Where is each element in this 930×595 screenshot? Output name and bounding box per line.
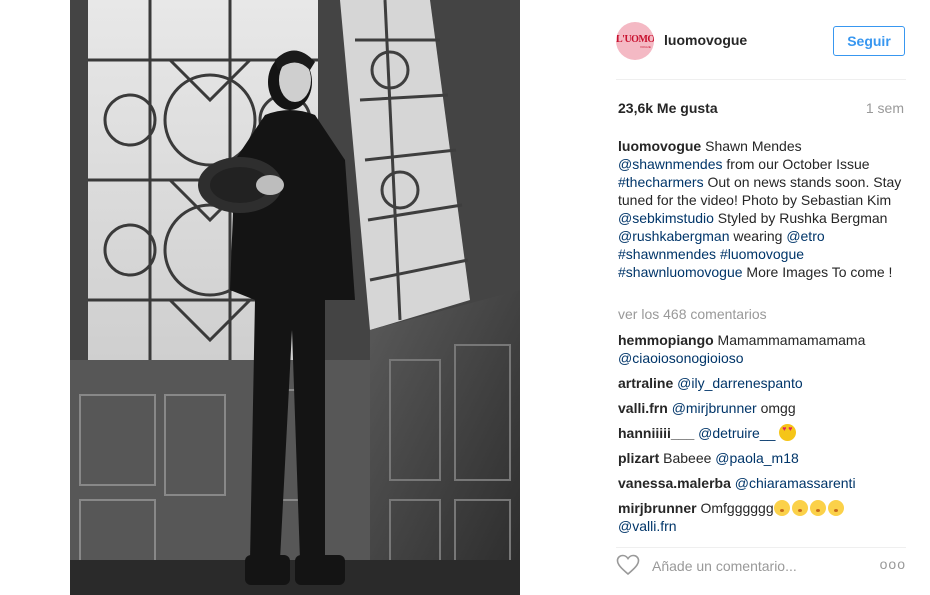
username-link[interactable]: luomovogue bbox=[664, 32, 747, 48]
caption-hashtag[interactable]: #luomovogue bbox=[720, 246, 804, 262]
header-divider bbox=[616, 79, 906, 80]
comment-item: artraline @ily_darrenespanto bbox=[618, 374, 910, 392]
caption-text: from our October Issue bbox=[722, 156, 870, 172]
caption-hashtag[interactable]: #shawnmendes bbox=[618, 246, 716, 262]
caption-text: Styled by Rushka Bergman bbox=[713, 210, 888, 226]
caption-text: Shawn Mendes bbox=[701, 138, 802, 154]
comment-author[interactable]: valli.frn bbox=[618, 400, 668, 416]
caption-mention[interactable]: @shawnmendes bbox=[618, 156, 723, 172]
add-comment-input[interactable] bbox=[652, 554, 862, 578]
comment-author[interactable]: hanniiiii___ bbox=[618, 425, 694, 441]
comment-mention[interactable]: @detruire__ bbox=[698, 425, 775, 441]
comment-text: Babeee bbox=[659, 450, 716, 466]
post-caption: luomovogue Shawn Mendes @shawnmendes fro… bbox=[618, 137, 910, 281]
kissing-face-emoji-icon bbox=[791, 500, 808, 516]
comment-mention[interactable]: @ciaoiosonogioioso bbox=[618, 350, 744, 366]
comment-author[interactable]: artraline bbox=[618, 375, 673, 391]
comment-text: omgg bbox=[756, 400, 796, 416]
caption-text: wearing bbox=[729, 228, 787, 244]
caption-mention[interactable]: @etro bbox=[786, 228, 824, 244]
post-time[interactable]: 1 sem bbox=[866, 100, 904, 116]
kissing-face-emoji-icon bbox=[773, 500, 790, 516]
post-footer: ooo bbox=[616, 548, 906, 584]
avatar-logo-text: L'UOMO bbox=[616, 34, 654, 45]
comment-author[interactable]: vanessa.malerba bbox=[618, 475, 731, 491]
kissing-face-emoji-icon bbox=[827, 500, 844, 516]
kissing-face-emoji-icon bbox=[809, 500, 826, 516]
comment-text: Omfgggggg bbox=[696, 500, 774, 516]
comment-mention[interactable]: @paola_m18 bbox=[715, 450, 799, 466]
post-sidebar: L'UOMO VOGUE luomovogue Seguir 23,6k Me … bbox=[600, 0, 930, 595]
comment-item: valli.frn @mirjbrunner omgg bbox=[618, 399, 910, 417]
comment-author[interactable]: mirjbrunner bbox=[618, 500, 697, 516]
post-header: L'UOMO VOGUE luomovogue Seguir bbox=[616, 22, 906, 60]
comments-list: hemmopiango Mamammamamamama @ciaoiosonog… bbox=[618, 331, 910, 542]
comment-mention[interactable]: @ily_darrenespanto bbox=[677, 375, 803, 391]
photo-image bbox=[70, 0, 520, 595]
view-all-comments-link[interactable]: ver los 468 comentarios bbox=[618, 306, 767, 322]
caption-author[interactable]: luomovogue bbox=[618, 138, 701, 154]
more-options-icon[interactable]: ooo bbox=[880, 556, 906, 572]
post-photo[interactable] bbox=[70, 0, 520, 595]
heart-outline-icon[interactable] bbox=[616, 554, 640, 576]
avatar[interactable]: L'UOMO VOGUE bbox=[616, 22, 654, 60]
heart-eyes-emoji-icon bbox=[779, 424, 797, 441]
comment-item: hemmopiango Mamammamamamama @ciaoiosonog… bbox=[618, 331, 910, 367]
comment-item: hanniiiii___ @detruire__ bbox=[618, 424, 910, 442]
comment-mention[interactable]: @chiaramassarenti bbox=[735, 475, 856, 491]
comment-item: vanessa.malerba @chiaramassarenti bbox=[618, 474, 910, 492]
caption-mention[interactable]: @sebkimstudio bbox=[618, 210, 714, 226]
comment-mention[interactable]: @mirjbrunner bbox=[672, 400, 757, 416]
avatar-logo-subtext: VOGUE bbox=[640, 45, 651, 49]
comment-text: Mamammamamamama bbox=[713, 332, 866, 348]
comment-item: plizart Babeee @paola_m18 bbox=[618, 449, 910, 467]
caption-mention[interactable]: @rushkabergman bbox=[618, 228, 730, 244]
comment-author[interactable]: hemmopiango bbox=[618, 332, 714, 348]
comment-author[interactable]: plizart bbox=[618, 450, 659, 466]
follow-button[interactable]: Seguir bbox=[833, 26, 905, 56]
likes-count[interactable]: 23,6k Me gusta bbox=[618, 100, 718, 116]
comment-item: mirjbrunner Omfgggggg @valli.frn bbox=[618, 499, 910, 535]
comment-mention[interactable]: @valli.frn bbox=[618, 518, 677, 534]
caption-hashtag[interactable]: #shawnluomovogue bbox=[618, 264, 743, 280]
caption-text: More Images To come ! bbox=[742, 264, 893, 280]
caption-hashtag[interactable]: #thecharmers bbox=[618, 174, 704, 190]
